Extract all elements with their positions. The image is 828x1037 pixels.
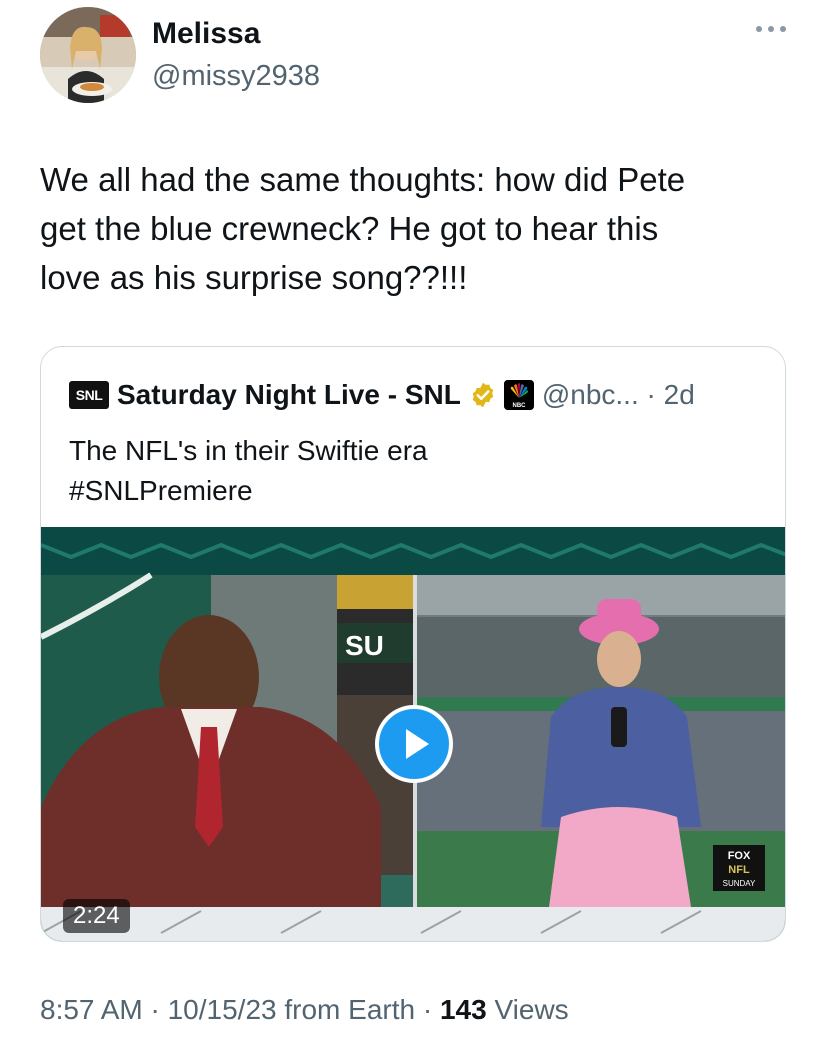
studio-sign-text: SU (345, 630, 384, 661)
author-handle[interactable]: @missy2938 (152, 58, 320, 94)
more-options-icon[interactable] (754, 22, 788, 36)
views-count[interactable]: 143 (440, 994, 487, 1025)
svg-text:NFL: NFL (728, 864, 750, 876)
quoted-line: The NFL's in their Swiftie era (69, 435, 428, 466)
verified-badge-icon (472, 382, 494, 408)
tweet-line: get the blue crewneck? He got to hear th… (40, 210, 659, 247)
nbc-peacock-icon: NBC (503, 380, 534, 410)
play-icon (406, 729, 429, 759)
quoted-author-name[interactable]: Saturday Night Live - SNL (117, 379, 461, 411)
svg-text:NBC: NBC (512, 403, 526, 409)
quoted-tweet-text: The NFL's in their Swiftie era #SNLPremi… (69, 431, 428, 511)
svg-text:FOX: FOX (728, 850, 751, 862)
snl-logo[interactable]: SNL (69, 381, 109, 409)
video-thumbnail[interactable]: SU FOX NFL SUNDAY 2:24 (41, 527, 785, 941)
svg-text:SUNDAY: SUNDAY (723, 879, 756, 888)
video-duration: 2:24 (63, 899, 130, 933)
quoted-tweet[interactable]: SNL Saturday Night Live - SNL NBC @nbc..… (40, 346, 786, 942)
tweet-text: We all had the same thoughts: how did Pe… (40, 155, 780, 302)
views-label: Views (486, 994, 569, 1025)
quoted-tweet-header: SNL Saturday Night Live - SNL NBC @nbc..… (69, 377, 695, 413)
tweet-line: love as his surprise song??!!! (40, 259, 468, 296)
quoted-line-hashtag[interactable]: #SNLPremiere (69, 471, 428, 511)
avatar-image (40, 7, 136, 103)
tweet-line: We all had the same thoughts: how did Pe… (40, 161, 686, 198)
author-name[interactable]: Melissa (152, 16, 260, 52)
quoted-handle-time[interactable]: @nbc... · 2d (542, 379, 695, 411)
tweet-metadata: 8:57 AM · 10/15/23 from Earth · 143 View… (40, 994, 569, 1026)
avatar[interactable] (40, 7, 136, 103)
play-button[interactable] (375, 705, 453, 783)
timestamp[interactable]: 8:57 AM · 10/15/23 from Earth · (40, 994, 440, 1025)
